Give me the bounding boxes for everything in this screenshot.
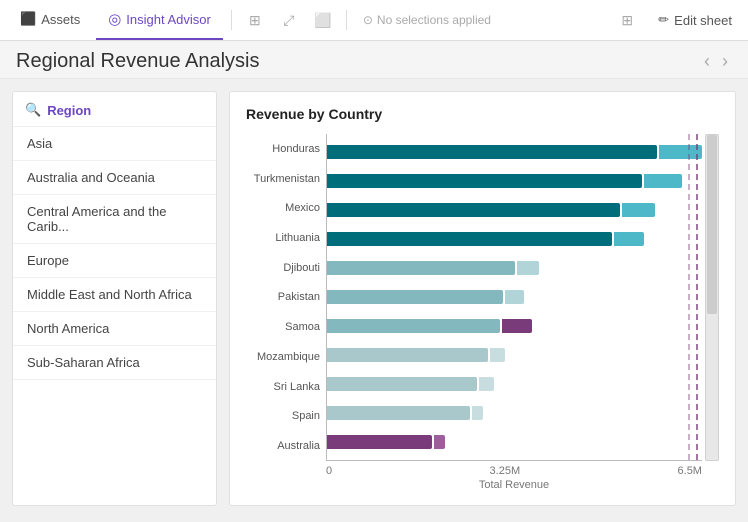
y-label-lithuania: Lithuania — [246, 232, 320, 244]
tab-insight-advisor[interactable]: ◎ Insight Advisor — [96, 0, 223, 40]
sidebar-item-north-america[interactable]: North America — [13, 312, 216, 346]
sidebar-item-australia[interactable]: Australia and Oceania — [13, 161, 216, 195]
divider — [231, 10, 232, 30]
y-label-mozambique: Mozambique — [246, 351, 320, 363]
y-label-australia: Australia — [246, 440, 320, 452]
bar-spain[interactable] — [327, 402, 702, 424]
no-selections-text: No selections applied — [377, 13, 491, 27]
x-axis-container: 0 3.25M 6.5M Total Revenue — [246, 461, 719, 491]
bar-turkmenistan[interactable] — [327, 170, 702, 192]
zoom-btn[interactable]: ⤢ — [274, 5, 304, 35]
no-selections-icon: ⊙ — [363, 13, 373, 27]
bar-samoa[interactable] — [327, 315, 702, 337]
chart-container: Honduras Turkmenistan Mexico Lithuania D… — [246, 134, 719, 491]
sidebar: 🔍 Region Asia Australia and Oceania Cent… — [12, 91, 217, 506]
bar-djibouti[interactable] — [327, 257, 702, 279]
assets-icon: ⬛ — [20, 11, 36, 27]
toolbar-right: ⊞ ✏ Edit sheet — [612, 5, 740, 35]
y-label-djibouti: Djibouti — [246, 262, 320, 274]
sidebar-item-europe[interactable]: Europe — [13, 244, 216, 278]
insight-advisor-label: Insight Advisor — [126, 12, 211, 27]
y-label-turkmenistan: Turkmenistan — [246, 173, 320, 185]
bar-honduras[interactable] — [327, 141, 702, 163]
toolbar: ⬛ Assets ◎ Insight Advisor ⊞ ⤢ ⬜ ⊙ No se… — [0, 0, 748, 41]
nav-back-button[interactable]: ‹ — [700, 49, 714, 74]
select-region-btn[interactable]: ⊞ — [240, 5, 270, 35]
bar-lithuania[interactable] — [327, 228, 702, 250]
sidebar-header-label: Region — [47, 103, 91, 118]
x-label-325m: 3.25M — [490, 465, 521, 477]
sidebar-header: 🔍 Region — [13, 92, 216, 127]
grid-icon[interactable]: ⊞ — [612, 5, 642, 35]
divider2 — [346, 10, 347, 30]
main-content: 🔍 Region Asia Australia and Oceania Cent… — [0, 79, 748, 518]
sidebar-item-asia[interactable]: Asia — [13, 127, 216, 161]
fullscreen-btn[interactable]: ⬜ — [308, 5, 338, 35]
y-label-honduras: Honduras — [246, 143, 320, 155]
tab-assets[interactable]: ⬛ Assets — [8, 0, 92, 40]
sidebar-item-sub-saharan[interactable]: Sub-Saharan Africa — [13, 346, 216, 380]
y-label-mexico: Mexico — [246, 202, 320, 214]
page-header: Regional Revenue Analysis ‹ › — [0, 41, 748, 79]
x-label-65m: 6.5M — [678, 465, 702, 477]
edit-icon: ✏ — [658, 12, 669, 28]
bar-mozambique[interactable] — [327, 344, 702, 366]
bar-mexico[interactable] — [327, 199, 702, 221]
bar-pakistan[interactable] — [327, 286, 702, 308]
x-axis-title: Total Revenue — [326, 479, 719, 491]
no-selections-indicator: ⊙ No selections applied — [355, 13, 499, 27]
chart-bars — [327, 134, 702, 460]
y-axis-labels: Honduras Turkmenistan Mexico Lithuania D… — [246, 134, 326, 461]
sidebar-item-middle-east[interactable]: Middle East and North Africa — [13, 278, 216, 312]
insight-advisor-icon: ◎ — [108, 10, 121, 28]
y-label-srilanka: Sri Lanka — [246, 381, 320, 393]
sidebar-item-central-america[interactable]: Central America and the Carib... — [13, 195, 216, 244]
nav-buttons: ‹ › — [700, 49, 732, 74]
x-label-0: 0 — [326, 465, 332, 477]
page-title: Regional Revenue Analysis — [16, 50, 700, 73]
bar-srilanka[interactable] — [327, 373, 702, 395]
chart-title: Revenue by Country — [246, 106, 719, 122]
search-icon: 🔍 — [25, 102, 41, 118]
chart-scrollbar[interactable] — [705, 134, 719, 461]
y-label-samoa: Samoa — [246, 321, 320, 333]
edit-sheet-button[interactable]: ✏ Edit sheet — [650, 8, 740, 32]
edit-sheet-label: Edit sheet — [674, 13, 732, 28]
y-label-spain: Spain — [246, 410, 320, 422]
assets-label: Assets — [41, 12, 80, 27]
chart-panel: Revenue by Country Honduras Turkmenistan… — [229, 91, 736, 506]
nav-forward-button[interactable]: › — [718, 49, 732, 74]
y-label-pakistan: Pakistan — [246, 291, 320, 303]
scroll-thumb — [707, 135, 717, 314]
bar-australia[interactable] — [327, 431, 702, 453]
